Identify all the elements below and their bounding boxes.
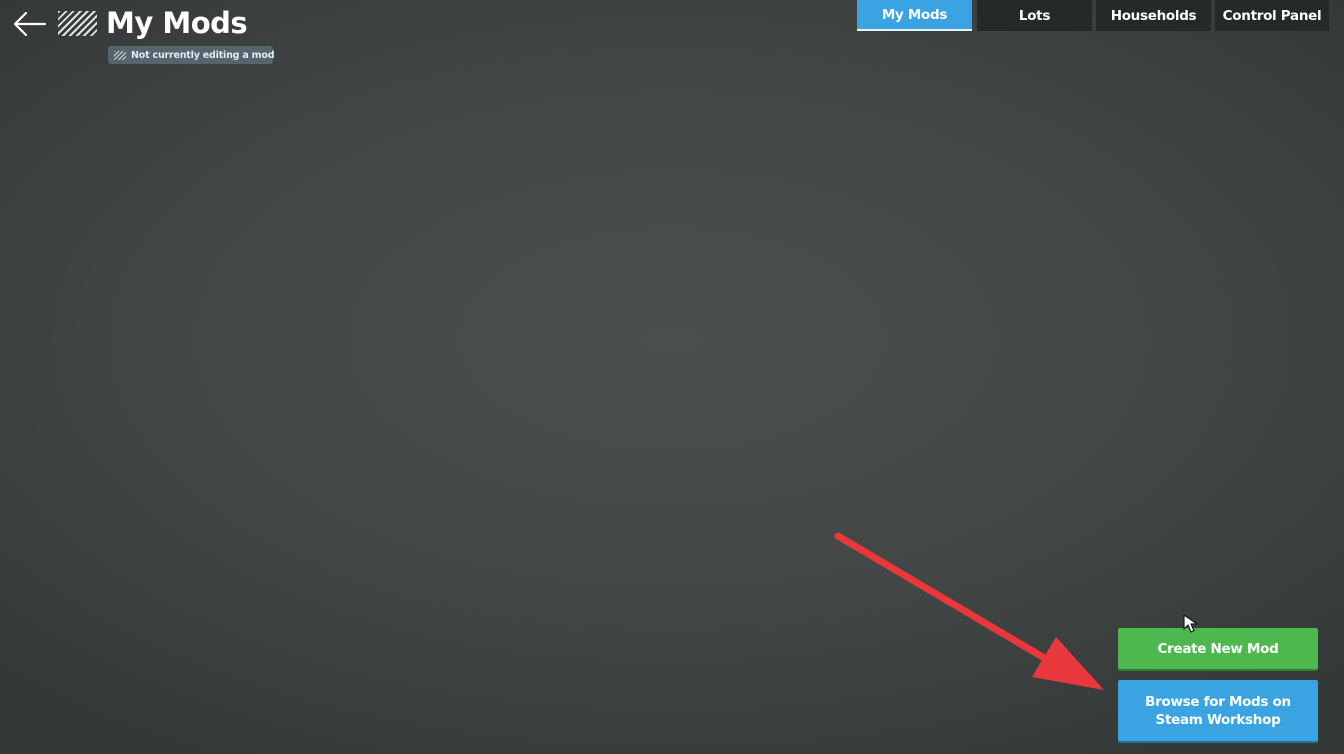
create-new-mod-button[interactable]: Create New Mod xyxy=(1118,628,1318,669)
back-arrow-icon[interactable] xyxy=(11,6,49,42)
tab-control-panel[interactable]: Control Panel xyxy=(1215,0,1329,31)
striped-badge-icon xyxy=(114,50,126,60)
mouse-cursor-icon xyxy=(1183,614,1198,633)
tab-lots[interactable]: Lots xyxy=(977,0,1092,31)
tab-households[interactable]: Households xyxy=(1096,0,1211,31)
page-title: My Mods xyxy=(106,6,248,40)
striped-mod-icon xyxy=(58,11,97,36)
status-badge: Not currently editing a mod xyxy=(108,46,275,64)
browse-steam-workshop-button[interactable]: Browse for Mods on Steam Workshop xyxy=(1118,680,1318,741)
status-badge-text: Not currently editing a mod xyxy=(131,49,275,61)
tab-my-mods[interactable]: My Mods xyxy=(857,0,972,31)
